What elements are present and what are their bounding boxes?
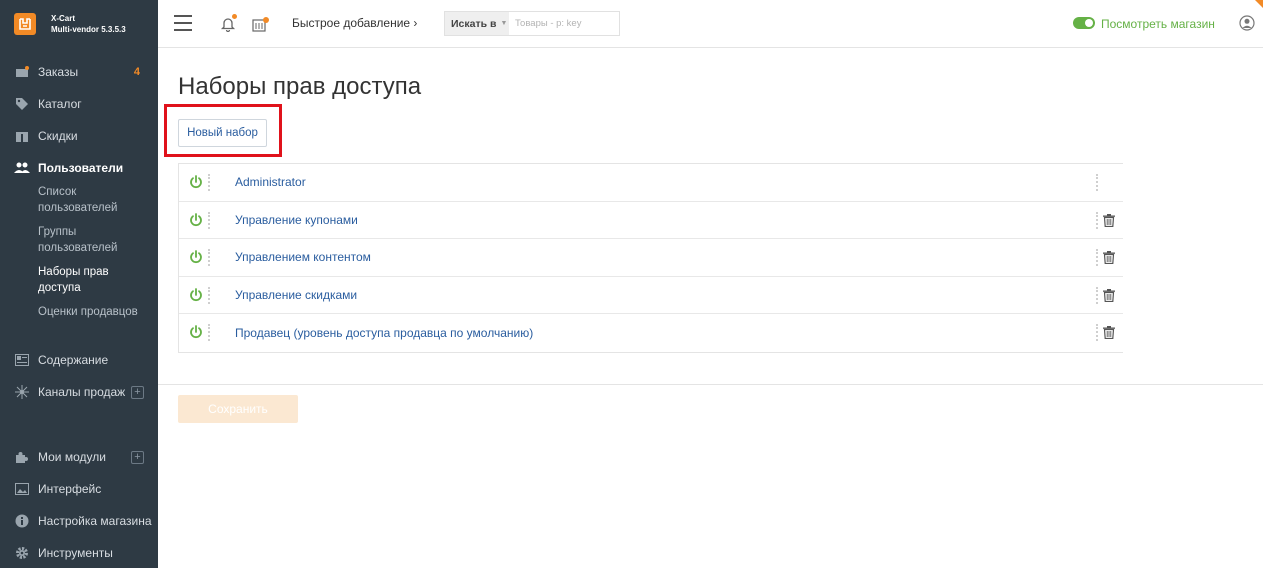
sidebar-item-tools[interactable]: Инструменты — [0, 540, 158, 566]
network-icon — [14, 384, 30, 400]
role-name-link[interactable]: Управлением контентом — [235, 250, 371, 264]
search-scope-select[interactable]: Искать в ▼ — [445, 12, 509, 35]
trash-icon[interactable] — [1103, 251, 1115, 265]
row-separator — [1096, 249, 1098, 267]
sidebar-item-catalog[interactable]: Каталог — [0, 91, 158, 117]
orders-icon — [14, 64, 30, 80]
notification-dot — [232, 14, 237, 19]
role-name-link[interactable]: Управление скидками — [235, 288, 357, 302]
brand-name: X-Cart — [51, 14, 76, 23]
drag-handle-icon[interactable] — [208, 249, 210, 267]
brand-edition: Multi-vendor 5.3.5.3 — [51, 25, 126, 34]
search-group: Искать в ▼ — [444, 11, 620, 36]
sidebar-subitem-access-sets[interactable]: Наборы прав доступа — [38, 264, 150, 296]
form-divider — [158, 384, 1263, 385]
table-row: Управление скидками — [179, 277, 1123, 315]
caret-down-icon: ▼ — [500, 20, 508, 27]
sidebar-item-label: Содержание — [38, 353, 109, 367]
role-name-link[interactable]: Administrator — [235, 175, 306, 189]
table-row: Administrator — [179, 164, 1123, 202]
power-toggle-icon[interactable] — [189, 175, 203, 189]
sidebar-item-label: Интерфейс — [38, 482, 102, 496]
sidebar-item-store-setup[interactable]: Настройка магазина — [0, 508, 158, 534]
sidebar-subitem-user-list[interactable]: Список пользователей — [38, 184, 150, 216]
xcart-logo-icon — [14, 13, 36, 35]
sidebar-item-label: Каталог — [38, 97, 82, 111]
brand[interactable]: X-Cart Multi-vendor 5.3.5.3 — [0, 0, 158, 48]
gear-icon — [14, 545, 30, 561]
sidebar-item-interface[interactable]: Интерфейс — [0, 476, 158, 502]
sidebar-item-discounts[interactable]: Скидки — [0, 123, 158, 149]
expand-plus-icon[interactable]: + — [131, 385, 144, 399]
power-toggle-icon[interactable] — [189, 212, 203, 227]
sidebar-item-content[interactable]: Содержание — [0, 347, 158, 373]
sidebar-subitem-vendor-ratings[interactable]: Оценки продавцов — [38, 304, 150, 320]
puzzle-icon — [14, 449, 30, 465]
drag-handle-icon[interactable] — [208, 211, 210, 229]
sidebar-item-label: Настройка магазина — [38, 514, 152, 528]
sidebar-item-label: Пользователи — [38, 161, 124, 175]
power-toggle-icon[interactable] — [189, 325, 203, 339]
image-icon — [14, 481, 30, 497]
table-row: Управление купонами — [179, 202, 1123, 240]
power-toggle-icon[interactable] — [189, 287, 203, 302]
trash-icon[interactable] — [1103, 326, 1115, 340]
search-input[interactable] — [509, 12, 619, 35]
row-separator — [1096, 324, 1098, 342]
role-name-link[interactable]: Управление купонами — [235, 213, 358, 227]
store-visibility-toggle[interactable] — [1073, 17, 1095, 29]
sidebar-item-label: Заказы — [38, 65, 79, 79]
row-separator — [1096, 174, 1098, 191]
user-profile-icon[interactable] — [1239, 15, 1255, 31]
chevron-right-icon: › — [413, 16, 418, 30]
view-store-link[interactable]: Посмотреть магазин — [1101, 17, 1215, 31]
table-row: Управлением контентом — [179, 239, 1123, 277]
menu-toggle-icon[interactable] — [174, 15, 192, 31]
trash-icon[interactable] — [1103, 288, 1115, 302]
quick-add-label: Быстрое добавление — [292, 16, 411, 30]
gift-icon — [14, 128, 30, 144]
map-marker-icon[interactable] — [252, 16, 270, 32]
quick-add-menu[interactable]: Быстрое добавление › — [292, 16, 417, 30]
power-toggle-icon[interactable] — [189, 250, 203, 264]
page-title: Наборы прав доступа — [178, 73, 422, 100]
sidebar-item-label: Мои модули — [38, 450, 106, 464]
sidebar-item-label: Инструменты — [38, 546, 113, 560]
sidebar-item-sales-channels[interactable]: Каналы продаж + — [0, 379, 158, 405]
search-scope-label: Искать в — [451, 17, 497, 30]
orders-count-badge: 4 — [133, 66, 140, 78]
tag-icon — [14, 96, 30, 112]
sidebar-item-my-modules[interactable]: Мои модули + — [0, 444, 158, 470]
content-icon — [14, 352, 30, 368]
save-button[interactable]: Сохранить — [178, 395, 298, 423]
drag-handle-icon[interactable] — [208, 324, 210, 342]
sidebar-item-orders[interactable]: Заказы 4 — [0, 59, 158, 85]
drag-handle-icon[interactable] — [208, 174, 210, 191]
trash-icon[interactable] — [1103, 213, 1115, 227]
sidebar-item-label: Скидки — [38, 129, 78, 143]
corner-marker — [1255, 0, 1263, 8]
row-separator — [1096, 286, 1098, 304]
sidebar-subitem-user-groups[interactable]: Группы пользователей — [38, 224, 150, 256]
expand-plus-icon[interactable]: + — [131, 450, 144, 464]
sidebar-item-label: Каналы продаж — [38, 385, 126, 399]
row-separator — [1096, 211, 1098, 229]
role-name-link[interactable]: Продавец (уровень доступа продавца по ум… — [235, 326, 533, 340]
access-sets-table: Administrator Управление купонами Управл… — [178, 163, 1123, 353]
info-icon — [14, 513, 30, 529]
users-icon — [14, 160, 30, 176]
new-access-set-button[interactable]: Новый набор — [178, 119, 267, 147]
sidebar-item-users[interactable]: Пользователи — [0, 155, 158, 181]
top-header: Быстрое добавление › Искать в▼ Посмотрет… — [158, 0, 1263, 48]
table-row: Продавец (уровень доступа продавца по ум… — [179, 314, 1123, 352]
sidebar: X-Cart Multi-vendor 5.3.5.3 Заказы 4 Кат… — [0, 0, 158, 568]
drag-handle-icon[interactable] — [208, 286, 210, 304]
